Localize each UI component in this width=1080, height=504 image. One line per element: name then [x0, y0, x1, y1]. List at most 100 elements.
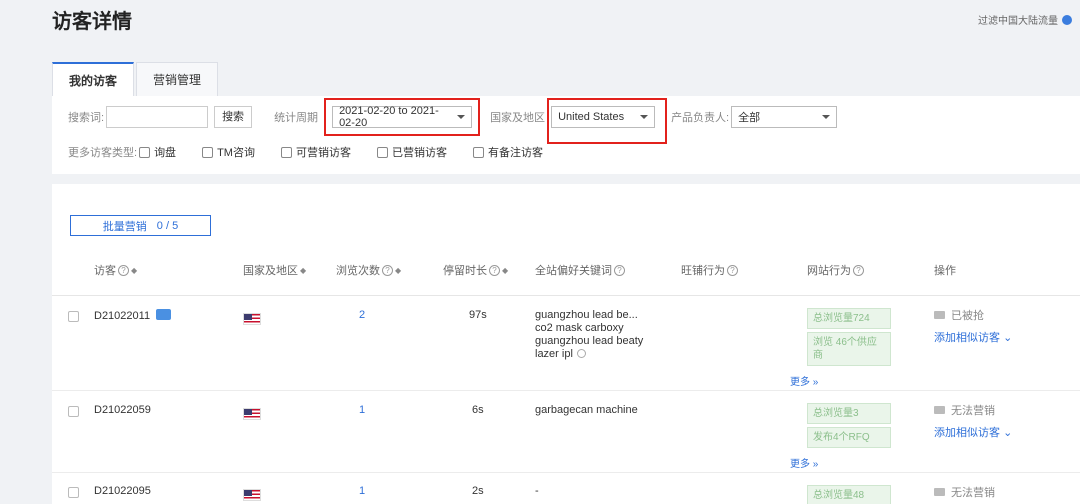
period-value: 2021-02-20 to 2021-02-20 — [339, 105, 439, 129]
search-button[interactable]: 搜索 — [214, 106, 253, 128]
country-select[interactable]: United States — [551, 106, 656, 128]
sort-icon[interactable]: ◆ — [300, 266, 306, 275]
row-actions: 无法营销 — [934, 484, 995, 500]
col-views[interactable]: 浏览次数? ◆ — [336, 262, 401, 278]
help-icon[interactable]: ? — [489, 264, 500, 276]
col-label: 操作 — [934, 265, 956, 277]
search-input[interactable] — [106, 106, 209, 128]
row-checkbox[interactable] — [68, 406, 79, 417]
row-actions: 已被抢 添加相似访客 ⌄ — [934, 307, 1012, 345]
col-label: 全站偏好关键词 — [535, 265, 612, 277]
filter-mainland-toggle[interactable]: 过滤中国大陆流量 — [978, 12, 1072, 27]
type-label: 已营销访客 — [391, 147, 447, 159]
checkbox-icon[interactable] — [376, 146, 388, 158]
site-behavior: 总浏览量724 浏览 46个供应商 — [807, 308, 891, 369]
search-label: 搜索词: — [68, 112, 105, 124]
caret-down-icon — [822, 115, 831, 119]
keyword: lazer ipl — [535, 348, 573, 360]
more-link[interactable]: 更多 » — [790, 455, 818, 470]
chevron-down-icon: ⌄ — [1003, 332, 1013, 344]
toggle-icon[interactable] — [1062, 14, 1072, 25]
filter-row: 搜索词: 搜索 统计周期 2021-02-20 to 2021-02-20 国家… — [68, 98, 838, 144]
visitor-id[interactable]: D21022095 — [94, 485, 151, 497]
type-marketed-checkbox[interactable]: 已营销访客 — [376, 144, 447, 160]
table-row: D21022011 2 97s guangzhou lead be... co2… — [52, 296, 1080, 391]
checkbox-icon[interactable] — [280, 146, 292, 158]
col-visitor[interactable]: 访客? ◆ — [94, 262, 137, 278]
help-icon[interactable]: ? — [382, 264, 393, 276]
keyword: co2 mask carboxy — [535, 322, 624, 334]
owner-select[interactable]: 全部 — [731, 106, 838, 128]
table-header: 访客? ◆ 国家及地区 ◆ 浏览次数? ◆ 停留时长? ◆ 全站偏好关键词? 旺铺行为?… — [52, 254, 1080, 296]
country-value: United States — [558, 111, 625, 123]
type-marketable-checkbox[interactable]: 可营销访客 — [280, 144, 351, 160]
views-count[interactable]: 1 — [359, 404, 365, 416]
row-checkbox[interactable] — [68, 487, 79, 498]
visitor-id[interactable]: D21022011 — [94, 309, 172, 322]
period-select[interactable]: 2021-02-20 to 2021-02-20 — [332, 105, 473, 129]
filter-mainland-label: 过滤中国大陆流量 — [978, 16, 1058, 27]
checkbox-icon[interactable] — [139, 146, 151, 158]
double-chevron-icon: » — [812, 377, 819, 388]
type-filter-row: 更多访客类型: 询盘 TM咨询 可营销访客 已营销访客 有备注访客 — [68, 144, 569, 160]
help-icon[interactable]: ? — [118, 264, 129, 276]
visitor-table-panel: 批量营销 0 / 5 访客? ◆ 国家及地区 ◆ 浏览次数? ◆ 停留时长? ◆ 全站偏… — [52, 184, 1080, 504]
help-icon[interactable]: ? — [727, 264, 738, 276]
owner-label: 产品负责人: — [671, 112, 730, 124]
mail-icon — [934, 406, 945, 414]
site-badge: 发布4个RFQ — [807, 427, 891, 448]
duration: 2s — [472, 485, 484, 497]
keywords: - — [535, 485, 539, 498]
add-similar-link[interactable]: 添加相似访客 ⌄ — [934, 329, 1012, 345]
search-icon[interactable] — [576, 349, 586, 358]
more-link[interactable]: 更多 » — [790, 373, 818, 388]
keyword: garbagecan machine — [535, 404, 638, 416]
help-icon[interactable]: ? — [853, 264, 864, 276]
type-label: 有备注访客 — [487, 147, 543, 159]
col-duration[interactable]: 停留时长? ◆ — [443, 262, 508, 278]
duration: 97s — [469, 309, 487, 321]
col-site: 网站行为? — [807, 262, 864, 278]
batch-marketing-button[interactable]: 批量营销 0 / 5 — [70, 215, 211, 236]
row-checkbox[interactable] — [68, 311, 79, 322]
type-tm-checkbox[interactable]: TM咨询 — [202, 144, 255, 160]
type-label: 可营销访客 — [295, 147, 351, 159]
visitor-id[interactable]: D21022059 — [94, 404, 151, 416]
checkbox-icon[interactable] — [472, 146, 484, 158]
col-label: 浏览次数 — [336, 265, 380, 277]
checkbox-icon[interactable] — [202, 146, 214, 158]
sort-icon[interactable]: ◆ — [395, 266, 401, 275]
add-similar-link[interactable]: 添加相似访客 ⌄ — [934, 424, 1012, 440]
help-icon[interactable]: ? — [614, 264, 625, 276]
status: 无法营销 — [934, 402, 1012, 418]
keyword: guangzhou lead beaty — [535, 335, 644, 347]
tab-marketing[interactable]: 营销管理 — [136, 62, 219, 96]
keyword: - — [535, 485, 539, 497]
views-count[interactable]: 1 — [359, 485, 365, 497]
tab-my-visitors[interactable]: 我的访客 — [52, 62, 135, 96]
add-similar-text: 添加相似访客 — [934, 427, 1000, 439]
type-inquiry-checkbox[interactable]: 询盘 — [139, 144, 176, 160]
sort-icon[interactable]: ◆ — [131, 266, 137, 275]
site-badge: 浏览 46个供应商 — [807, 332, 891, 366]
duration: 6s — [472, 404, 484, 416]
business-card-icon[interactable] — [156, 309, 172, 320]
site-behavior: 总浏览量48 — [807, 485, 891, 504]
col-country[interactable]: 国家及地区 ◆ — [243, 262, 306, 278]
site-badge: 总浏览量3 — [807, 403, 891, 424]
sort-icon[interactable]: ◆ — [502, 266, 508, 275]
site-badge: 总浏览量48 — [807, 485, 891, 504]
more-text: 更多 — [790, 459, 810, 470]
caret-down-icon — [640, 115, 649, 119]
col-label: 旺铺行为 — [681, 265, 725, 277]
status-text: 已被抢 — [951, 310, 984, 322]
col-action: 操作 — [934, 262, 956, 278]
keyword: guangzhou lead be... — [535, 309, 638, 321]
type-noted-checkbox[interactable]: 有备注访客 — [472, 144, 543, 160]
page-title: 访客详情 — [52, 11, 132, 33]
views-count[interactable]: 2 — [359, 309, 365, 321]
row-actions: 无法营销 添加相似访客 ⌄ — [934, 402, 1012, 440]
site-behavior: 总浏览量3 发布4个RFQ — [807, 403, 891, 451]
status-text: 无法营销 — [951, 487, 995, 499]
status: 无法营销 — [934, 484, 995, 500]
